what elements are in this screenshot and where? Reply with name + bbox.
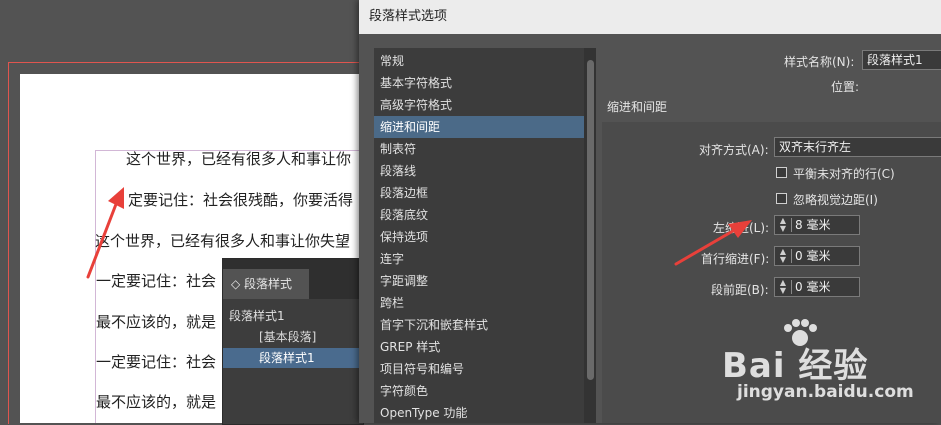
stepper-arrows-icon[interactable]: ▲ ▼ xyxy=(777,279,789,295)
style-item-paragraph-style-1[interactable]: 段落样式1 xyxy=(223,348,363,368)
doc-text-line[interactable]: 定要记住：社会很残酷，你要活得 xyxy=(128,189,365,210)
dialog-titlebar[interactable]: 段落样式选项 xyxy=(359,0,941,34)
location-label: 位置: xyxy=(831,80,860,94)
category-span-columns[interactable]: 跨栏 xyxy=(374,292,584,314)
doc-text-line[interactable]: 一定要记住：社会 xyxy=(96,351,222,372)
category-scrollbar-thumb[interactable] xyxy=(587,60,594,380)
annotation-arrow-right xyxy=(674,220,752,266)
balance-ragged-lines-label: 平衡未对齐的行(C) xyxy=(793,167,895,181)
category-paragraph-shading[interactable]: 段落底纹 xyxy=(374,204,584,226)
balance-ragged-lines-checkbox[interactable] xyxy=(776,167,787,178)
doc-text-line[interactable]: 这个世界，已经有很多人和事让你 xyxy=(126,148,365,169)
current-style-name: 段落样式1 xyxy=(229,309,285,323)
paragraph-styles-panel[interactable]: ◇ 段落样式 段落样式1 [基本段落] 段落样式1 xyxy=(222,258,364,425)
watermark-brand: Bai 经验 xyxy=(722,346,869,386)
stepper-arrows-icon[interactable]: ▲ ▼ xyxy=(777,248,789,264)
first-line-indent-value[interactable]: 0 毫米 xyxy=(795,247,830,265)
category-list[interactable]: 常规 基本字符格式 高级字符格式 缩进和间距 制表符 段落线 段落边框 段落底纹… xyxy=(374,48,596,423)
tab-paragraph-styles[interactable]: ◇ 段落样式 xyxy=(223,269,309,299)
category-bullets-numbering[interactable]: 项目符号和编号 xyxy=(374,358,584,380)
space-before-label: 段前距(B): xyxy=(711,283,769,297)
category-paragraph-rules[interactable]: 段落线 xyxy=(374,160,584,182)
left-indent-stepper[interactable]: ▲ ▼ 8 毫米 xyxy=(774,215,860,235)
alignment-select[interactable]: 双齐末行齐左 xyxy=(774,137,941,157)
doc-text-line[interactable]: 最不应该的，就是 xyxy=(96,311,222,332)
category-hyphenation[interactable]: 连字 xyxy=(374,248,584,270)
category-general[interactable]: 常规 xyxy=(374,50,584,72)
category-opentype-features[interactable]: OpenType 功能 xyxy=(374,402,584,423)
doc-text-line[interactable]: 最不应该的，就是 xyxy=(96,391,222,412)
doc-text-line[interactable]: 这个世界，已经有很多人和事让你失望 xyxy=(95,230,365,251)
dialog-title: 段落样式选项 xyxy=(369,9,448,24)
first-line-indent-stepper[interactable]: ▲ ▼ 0 毫米 xyxy=(774,246,860,266)
style-name-label: 样式名称(N): xyxy=(784,55,855,69)
ignore-optical-margin-checkbox[interactable] xyxy=(776,193,787,204)
panel-tabbar: ◇ 段落样式 xyxy=(223,259,363,299)
category-tabs[interactable]: 制表符 xyxy=(374,138,584,160)
alignment-label: 对齐方式(A): xyxy=(699,143,769,157)
category-character-color[interactable]: 字符颜色 xyxy=(374,380,584,402)
category-advanced-character-formats[interactable]: 高级字符格式 xyxy=(374,94,584,116)
category-drop-caps-nested-styles[interactable]: 首字下沉和嵌套样式 xyxy=(374,314,584,336)
style-item-basic-paragraph[interactable]: [基本段落] xyxy=(223,327,363,347)
category-indents-and-spacing[interactable]: 缩进和间距 xyxy=(374,116,584,138)
ignore-optical-margin-label: 忽略视觉边距(I) xyxy=(793,193,878,207)
space-before-stepper[interactable]: ▲ ▼ 0 毫米 xyxy=(774,277,860,297)
space-before-value[interactable]: 0 毫米 xyxy=(795,278,830,296)
category-justification[interactable]: 字距调整 xyxy=(374,270,584,292)
stepper-arrows-icon[interactable]: ▲ ▼ xyxy=(777,217,789,233)
category-keep-options[interactable]: 保持选项 xyxy=(374,226,584,248)
annotation-arrow-left xyxy=(86,187,124,279)
left-indent-value[interactable]: 8 毫米 xyxy=(795,216,830,234)
style-name-input[interactable]: 段落样式1 xyxy=(862,50,941,70)
category-grep-style[interactable]: GREP 样式 xyxy=(374,336,584,358)
watermark-url: jingyan.baidu.com xyxy=(737,382,914,402)
section-title: 缩进和间距 xyxy=(607,100,668,114)
category-basic-character-formats[interactable]: 基本字符格式 xyxy=(374,72,584,94)
category-paragraph-border[interactable]: 段落边框 xyxy=(374,182,584,204)
